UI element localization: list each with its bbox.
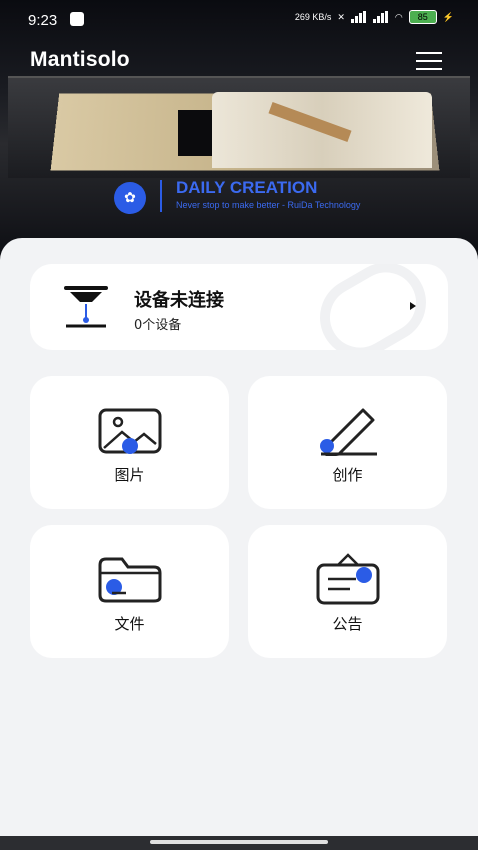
brand-subtitle: Never stop to make better - RuiDa Techno… xyxy=(176,200,361,210)
tile-image[interactable]: 图片 xyxy=(30,376,229,509)
status-bar: 9:23 269 KB/s ✕ ◠ 85 ⚡ xyxy=(0,0,478,40)
wrench-icon xyxy=(70,12,84,26)
home-indicator[interactable] xyxy=(150,840,328,844)
hero-banner: 9:23 269 KB/s ✕ ◠ 85 ⚡ Mantisolo ✿ DAILY… xyxy=(0,0,478,262)
signal-icon xyxy=(350,11,367,23)
brand-divider xyxy=(160,180,162,212)
tile-create-label: 创作 xyxy=(332,466,363,484)
network-speed: 269 KB/s xyxy=(294,12,332,22)
brand-title: DAILY CREATION xyxy=(176,178,318,197)
app-logo: Mantisolo xyxy=(30,48,130,71)
image-icon xyxy=(98,408,161,454)
tile-files[interactable]: 文件 xyxy=(30,525,229,658)
signal-icon-2 xyxy=(372,11,389,23)
tile-announcement-label: 公告 xyxy=(332,615,363,633)
arrow-right-icon xyxy=(410,302,416,310)
laser-slot xyxy=(178,110,212,156)
device-status-title: 设备未连接 xyxy=(134,290,224,311)
status-indicators: 269 KB/s ✕ ◠ 85 ⚡ xyxy=(295,10,454,24)
status-time: 9:23 xyxy=(28,12,58,29)
wifi-icon: ◠ xyxy=(394,11,403,22)
tile-create[interactable]: 创作 xyxy=(248,376,447,509)
folder-icon xyxy=(98,557,161,603)
hamburger-menu-icon[interactable] xyxy=(416,52,442,70)
battery-icon: 85 xyxy=(408,10,437,24)
charging-icon: ⚡ xyxy=(442,11,454,22)
pen-icon xyxy=(319,408,377,456)
brand-logo-icon: ✿ xyxy=(114,182,146,214)
announcement-icon xyxy=(316,553,379,605)
tile-files-label: 文件 xyxy=(114,615,145,633)
tile-announcement[interactable]: 公告 xyxy=(248,525,447,658)
device-status-card[interactable]: 设备未连接 0个设备 xyxy=(30,264,448,350)
device-count: 0个设备 xyxy=(134,318,182,333)
mute-icon: ✕ xyxy=(337,11,345,22)
card-decoration xyxy=(305,264,441,350)
tile-image-label: 图片 xyxy=(114,466,145,484)
gesture-bar xyxy=(0,836,478,850)
laser-engraver-icon xyxy=(64,286,108,328)
